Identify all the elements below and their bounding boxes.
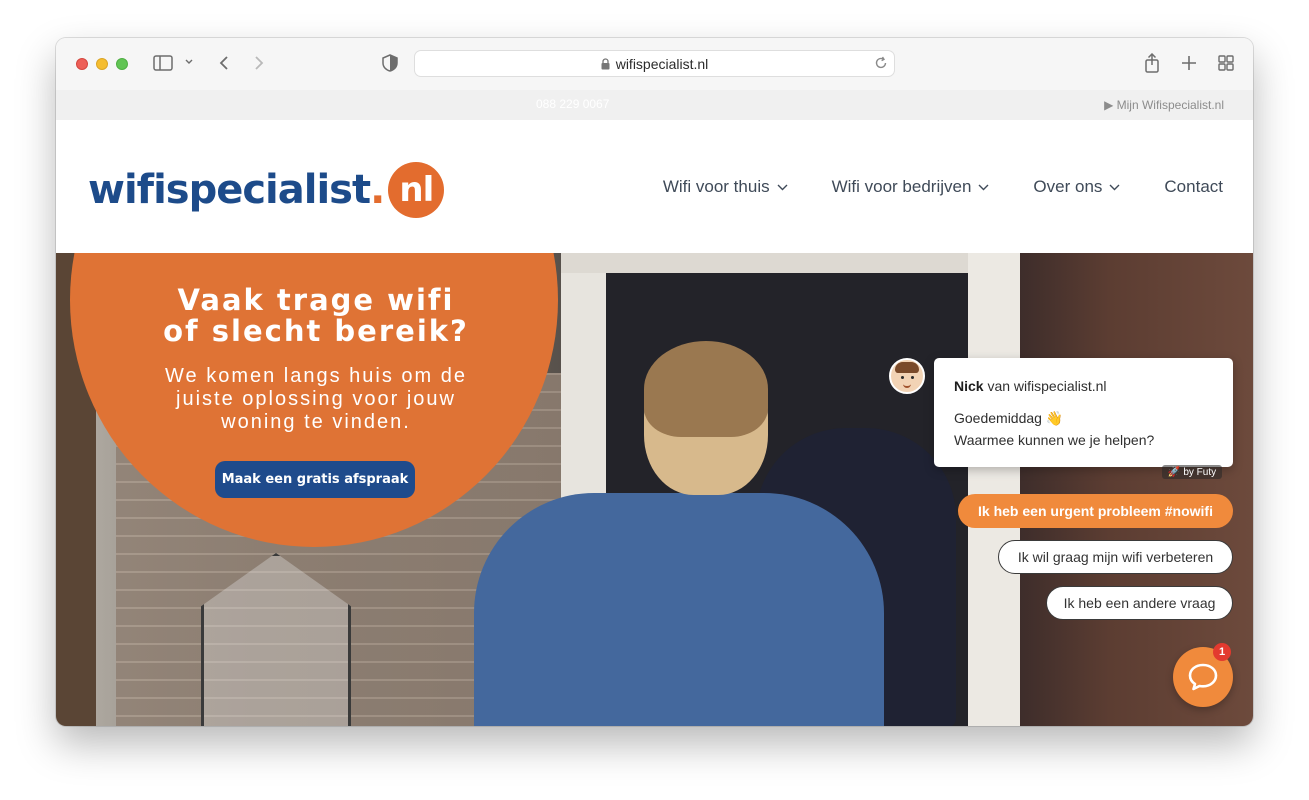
close-window-button[interactable] <box>76 58 88 70</box>
main-nav: Wifi voor thuis Wifi voor bedrijven Over… <box>663 177 1223 197</box>
nav-item-contact[interactable]: Contact <box>1164 177 1223 197</box>
new-tab-icon[interactable] <box>1179 53 1199 73</box>
chat-option-urgent[interactable]: Ik heb een urgent probleem #nowifi <box>958 494 1233 528</box>
back-icon[interactable] <box>216 54 232 72</box>
book-appointment-button[interactable]: Maak een gratis afspraak <box>215 461 415 498</box>
top-info-bar: 088 229 0067 ▶ Mijn Wifispecialist.nl <box>56 90 1253 120</box>
browser-toolbar: wifispecialist.nl <box>56 38 1253 91</box>
site-logo[interactable]: wifispecialist. nl <box>88 160 445 220</box>
address-bar[interactable]: wifispecialist.nl <box>414 50 895 77</box>
nav-item-wifi-thuis[interactable]: Wifi voor thuis <box>663 177 788 197</box>
zoom-window-button[interactable] <box>116 58 128 70</box>
nav-item-wifi-bedrijven[interactable]: Wifi voor bedrijven <box>832 177 990 197</box>
powered-by-futy[interactable]: 🚀 by Futy <box>1162 465 1222 479</box>
chevron-down-icon <box>777 184 788 190</box>
unread-badge: 1 <box>1213 643 1231 661</box>
nav-item-label: Contact <box>1164 177 1223 196</box>
hero-subtitle: We komen langs huis om de juiste oplossi… <box>165 365 467 433</box>
chat-sender: Nick van wifispecialist.nl <box>954 378 1107 394</box>
browser-window: wifispecialist.nl 088 229 0067 ▶ Mijn Wi… <box>56 38 1253 726</box>
nav-item-over-ons[interactable]: Over ons <box>1033 177 1120 197</box>
lock-icon <box>601 57 610 70</box>
agent-name: Nick <box>954 378 984 394</box>
minimize-window-button[interactable] <box>96 58 108 70</box>
chat-question: Waarmee kunnen we je helpen? <box>954 432 1155 448</box>
agent-company: van wifispecialist.nl <box>983 378 1107 394</box>
forward-icon[interactable] <box>251 54 267 72</box>
url-text: wifispecialist.nl <box>615 55 709 72</box>
logo-text: wifispecialist <box>88 167 371 213</box>
chevron-down-icon[interactable] <box>183 56 195 68</box>
logo-dot: . <box>370 167 385 213</box>
powered-by-label: by Futy <box>1183 466 1217 478</box>
privacy-shield-icon[interactable] <box>381 53 399 73</box>
chat-greeting: Goedemiddag 👋 <box>954 410 1064 426</box>
account-link[interactable]: ▶ Mijn Wifispecialist.nl <box>1104 98 1224 112</box>
share-icon[interactable] <box>1142 52 1162 74</box>
chevron-down-icon <box>1109 184 1120 190</box>
nav-item-label: Wifi voor thuis <box>662 177 770 196</box>
chat-option-improve-wifi[interactable]: Ik wil graag mijn wifi verbeteren <box>998 540 1233 574</box>
hero-title: Vaak trage wifi of slecht bereik? <box>163 283 469 348</box>
hero-section: Vaak trage wifi of slecht bereik? We kom… <box>56 253 1253 726</box>
site-header: wifispecialist. nl Wifi voor thuis Wifi … <box>56 120 1253 253</box>
sidebar-icon[interactable] <box>152 54 174 72</box>
nav-item-label: Over ons <box>1033 177 1103 196</box>
chat-bubble-icon <box>1188 663 1218 691</box>
chat-message-bubble: Nick van wifispecialist.nl Goedemiddag 👋… <box>934 358 1233 467</box>
tab-overview-icon[interactable] <box>1216 53 1236 73</box>
nav-item-label: Wifi voor bedrijven <box>831 177 972 196</box>
agent-avatar <box>889 358 925 394</box>
reload-icon[interactable] <box>874 56 888 73</box>
phone-number[interactable]: 088 229 0067 <box>536 97 609 111</box>
chevron-down-icon <box>978 184 989 190</box>
chat-option-other-question[interactable]: Ik heb een andere vraag <box>1046 586 1233 620</box>
rocket-icon: 🚀 <box>1167 466 1181 478</box>
logo-tld-circle: nl <box>388 162 445 218</box>
